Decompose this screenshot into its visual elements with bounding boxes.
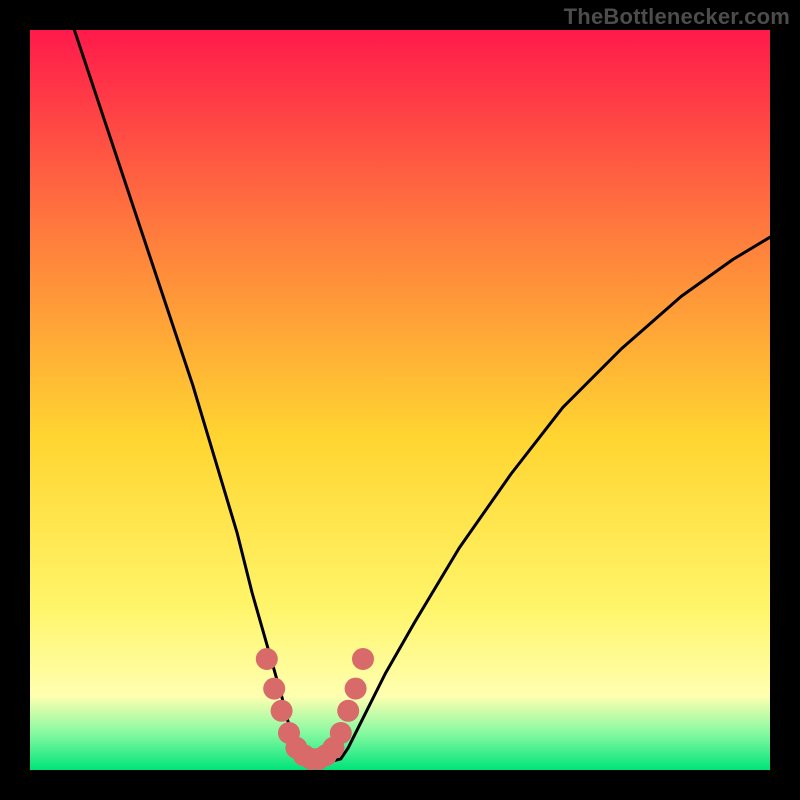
marker-dot [256, 648, 278, 670]
watermark-label: TheBottlenecker.com [564, 4, 790, 30]
marker-dot [352, 648, 374, 670]
plot-background [30, 30, 770, 770]
marker-dot [271, 700, 293, 722]
marker-dot [263, 678, 285, 700]
marker-dot [330, 722, 352, 744]
bottleneck-chart [30, 30, 770, 770]
chart-stage: TheBottlenecker.com [0, 0, 800, 800]
marker-dot [345, 678, 367, 700]
marker-dot [337, 700, 359, 722]
